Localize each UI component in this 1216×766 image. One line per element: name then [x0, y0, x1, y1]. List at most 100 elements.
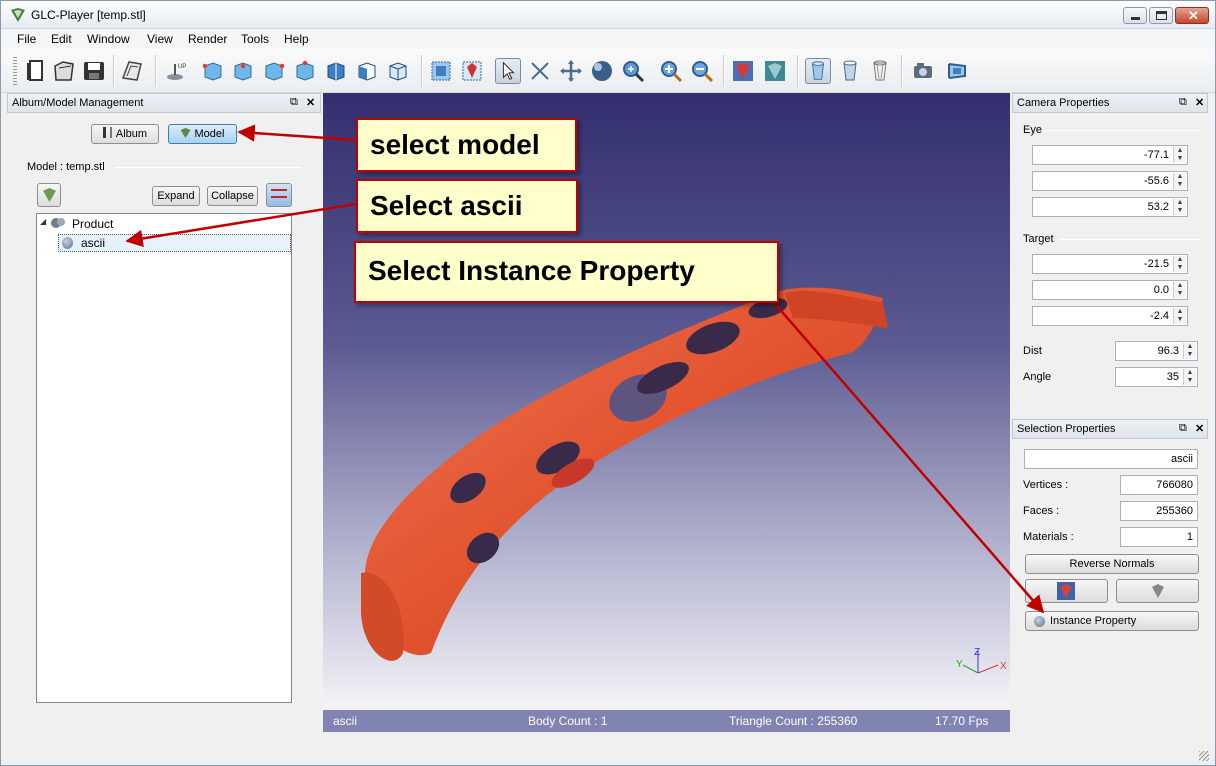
gray-gem-icon: [1152, 584, 1164, 598]
faces-field[interactable]: 255360: [1120, 501, 1198, 521]
selection-name-field[interactable]: ascii: [1024, 449, 1198, 469]
dist-field[interactable]: 96.3 ▲ ▼: [1115, 341, 1198, 361]
dock-close-icon[interactable]: ✕: [1195, 96, 1204, 109]
instance-property-button[interactable]: Instance Property: [1025, 611, 1199, 631]
dock-float-icon[interactable]: ⧉: [290, 96, 298, 109]
render-mode-solid-icon[interactable]: [805, 58, 831, 84]
pan-arrows-icon[interactable]: [527, 58, 553, 84]
title-bar: GLC-Player [temp.stl] ✕: [1, 1, 1215, 29]
angle-field[interactable]: 35 ▲ ▼: [1115, 367, 1198, 387]
axis-x-label: X: [1000, 661, 1007, 672]
render-shaded-icon[interactable]: [730, 58, 756, 84]
material-default-button[interactable]: [1116, 579, 1199, 603]
projection-icon[interactable]: [945, 58, 971, 84]
target-z-field[interactable]: -2.4 ▲ ▼: [1032, 306, 1188, 326]
vertices-label: Vertices :: [1023, 479, 1069, 491]
view-front-icon[interactable]: [230, 58, 256, 84]
swap-view-button[interactable]: [266, 183, 292, 207]
view-iso-icon[interactable]: [200, 58, 226, 84]
model-properties-button[interactable]: [37, 183, 61, 207]
axis-z-label: Z: [974, 647, 980, 658]
view-right-icon[interactable]: [292, 58, 318, 84]
view-wire-icon[interactable]: [385, 58, 411, 84]
album-model-dock-title: Album/Model Management ⧉ ✕: [7, 93, 321, 113]
render-gradient-icon[interactable]: [762, 58, 788, 84]
expand-button[interactable]: Expand: [152, 186, 200, 206]
toolbar-grip[interactable]: [13, 57, 17, 85]
zoom-out-icon[interactable]: [689, 58, 715, 84]
vertices-field[interactable]: 766080: [1120, 475, 1198, 495]
view-top-icon[interactable]: [323, 58, 349, 84]
camera-properties-panel: Camera Properties ⧉ ✕ Eye -77.1 ▲ ▼ -55.6 ▲…: [1012, 93, 1208, 743]
model-caption: Model : temp.stl: [27, 161, 105, 173]
menu-help[interactable]: Help: [284, 32, 309, 46]
view-bottom-icon[interactable]: [354, 58, 380, 84]
view-up-icon[interactable]: UP: [164, 58, 190, 84]
product-gear-icon: [50, 216, 66, 230]
viewport-status-bar: ascii Body Count : 1 Triangle Count : 25…: [323, 710, 1010, 732]
tree-item-ascii-row[interactable]: ascii: [58, 234, 291, 252]
menu-view[interactable]: View: [147, 32, 173, 46]
album-book-icon: [102, 127, 112, 138]
album-button[interactable]: Album: [91, 124, 159, 144]
status-body-count: Body Count : 1: [528, 714, 608, 728]
target-group-label: Target: [1023, 233, 1054, 245]
close-window-button[interactable]: ✕: [1175, 7, 1209, 24]
instance-sphere-icon: [1034, 616, 1045, 627]
collapse-button[interactable]: Collapse: [207, 186, 258, 206]
model-button[interactable]: Model: [168, 124, 237, 144]
eye-x-field[interactable]: -77.1 ▲ ▼: [1032, 145, 1188, 165]
camera-snapshot-icon[interactable]: [911, 58, 937, 84]
open-album-icon[interactable]: [119, 58, 145, 84]
fit-selection-icon[interactable]: [459, 58, 485, 84]
menu-window[interactable]: Window: [87, 32, 130, 46]
callout-select-model: select model: [356, 118, 577, 172]
materials-field[interactable]: 1: [1120, 527, 1198, 547]
target-y-field[interactable]: 0.0 ▲ ▼: [1032, 280, 1188, 300]
zoom-window-icon[interactable]: [620, 58, 646, 84]
callout-select-ascii: Select ascii: [356, 179, 578, 233]
dock-float-icon[interactable]: ⧉: [1179, 422, 1187, 435]
collapse-arrow-icon[interactable]: ◢: [40, 217, 46, 226]
material-shaded-button[interactable]: [1025, 579, 1108, 603]
eye-y-field[interactable]: -55.6 ▲ ▼: [1032, 171, 1188, 191]
view-left-icon[interactable]: [261, 58, 287, 84]
target-x-field[interactable]: -21.5 ▲ ▼: [1032, 254, 1188, 274]
menu-file[interactable]: File: [17, 32, 36, 46]
model-tree[interactable]: ◢ Product ascii: [36, 213, 292, 703]
eye-group-label: Eye: [1023, 124, 1042, 136]
menu-tools[interactable]: Tools: [241, 32, 269, 46]
dock-float-icon[interactable]: ⧉: [1179, 96, 1187, 109]
open-file-icon[interactable]: [51, 58, 77, 84]
reverse-normals-button[interactable]: Reverse Normals: [1025, 554, 1199, 574]
menu-edit[interactable]: Edit: [51, 32, 72, 46]
minimize-button[interactable]: [1123, 7, 1147, 24]
status-selected-name: ascii: [333, 714, 358, 728]
maximize-button[interactable]: [1149, 7, 1173, 24]
select-cursor-icon[interactable]: [495, 58, 521, 84]
model-button-label: Model: [194, 128, 225, 140]
main-toolbar: UP: [1, 49, 1215, 93]
instance-property-label: Instance Property: [1050, 615, 1137, 627]
materials-label: Materials :: [1023, 531, 1074, 543]
render-mode-outline-icon[interactable]: [837, 58, 863, 84]
zoom-in-icon[interactable]: [658, 58, 684, 84]
render-mode-wire-icon[interactable]: [867, 58, 893, 84]
camera-title: Camera Properties: [1017, 97, 1110, 109]
menu-render[interactable]: Render: [188, 32, 227, 46]
album-model-title: Album/Model Management: [12, 97, 144, 109]
new-file-icon[interactable]: [23, 58, 49, 84]
dock-close-icon[interactable]: ✕: [306, 96, 315, 109]
tree-item-product[interactable]: Product: [72, 217, 113, 231]
eye-z-field[interactable]: 53.2 ▲ ▼: [1032, 197, 1188, 217]
move-cross-icon[interactable]: [558, 58, 584, 84]
resize-grip-icon[interactable]: [1199, 751, 1209, 761]
orbit-sphere-icon[interactable]: [589, 58, 615, 84]
angle-label: Angle: [1023, 371, 1052, 383]
tree-item-ascii: ascii: [81, 236, 106, 250]
selection-dock-title: Selection Properties ⧉ ✕: [1012, 419, 1208, 439]
status-fps: 17.70 Fps: [935, 714, 989, 728]
dock-close-icon[interactable]: ✕: [1195, 422, 1204, 435]
fit-all-icon[interactable]: [428, 58, 454, 84]
save-file-icon[interactable]: [81, 58, 107, 84]
